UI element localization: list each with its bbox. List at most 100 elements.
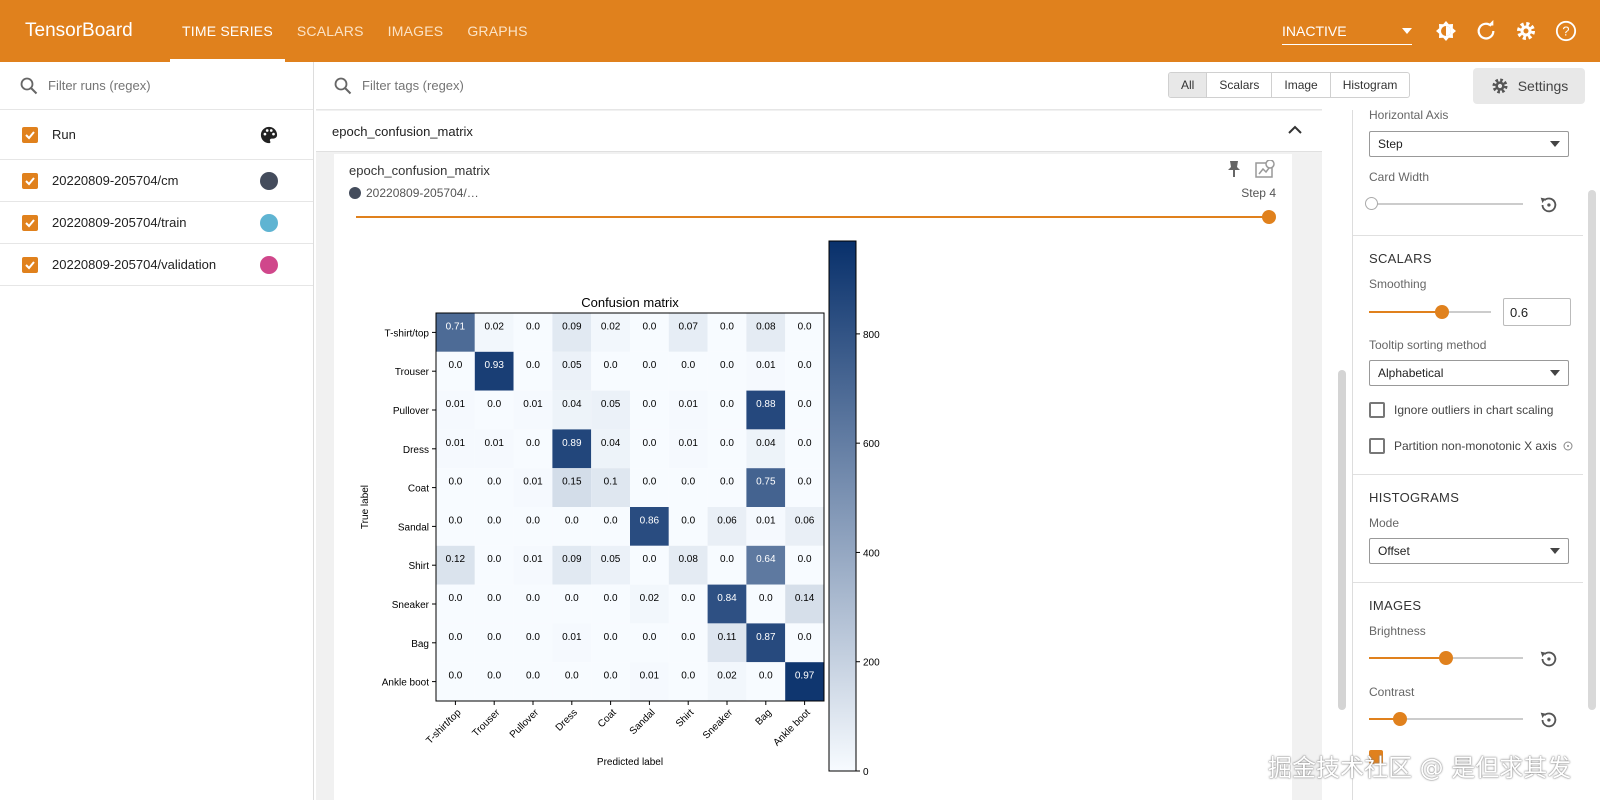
cell-label: 0.0 xyxy=(487,554,501,565)
scalars-section-title: SCALARS xyxy=(1369,251,1432,266)
heatmap-cell xyxy=(746,390,786,430)
type-image-button[interactable]: Image xyxy=(1271,73,1329,97)
settings-panel: Horizontal Axis Step Card Width SCALARS … xyxy=(1352,108,1583,800)
partition-x-label: Partition non-monotonic X axis xyxy=(1394,439,1557,453)
reset-icon[interactable] xyxy=(1537,194,1559,216)
reset-icon[interactable] xyxy=(1537,709,1559,731)
x-tick-label: Bag xyxy=(754,707,774,727)
runs-filter xyxy=(0,62,313,110)
cell-label: 0.0 xyxy=(720,399,734,410)
cell-label: 0.15 xyxy=(562,477,582,488)
x-tick-label: Ankle boot xyxy=(772,707,813,748)
cell-label: 0.0 xyxy=(759,593,773,604)
cell-label: 0.0 xyxy=(798,632,812,643)
partition-x-checkbox[interactable]: Partition non-monotonic X axis xyxy=(1369,438,1573,454)
card-width-thumb[interactable] xyxy=(1365,197,1378,210)
cell-label: 0.0 xyxy=(681,593,695,604)
smoothing-input[interactable]: 0.6 xyxy=(1503,298,1571,326)
palette-icon[interactable] xyxy=(260,126,278,144)
type-all-button[interactable]: All xyxy=(1169,73,1207,97)
cell-label: 0.71 xyxy=(446,321,466,332)
heatmap-cell xyxy=(668,390,708,430)
main-scrollbar[interactable] xyxy=(1338,370,1346,710)
run-item[interactable]: 20220809-205704/validation xyxy=(0,244,313,286)
tab-graphs[interactable]: GRAPHS xyxy=(455,0,539,62)
cell-label: 0.75 xyxy=(756,477,776,488)
contrast-slider[interactable] xyxy=(1369,712,1523,726)
settings-gear-button[interactable] xyxy=(1506,11,1546,51)
run-color-swatch[interactable] xyxy=(260,255,278,274)
brightness-slider[interactable] xyxy=(1369,651,1523,665)
colorbar-tick-label: 0 xyxy=(863,767,869,778)
reload-button[interactable] xyxy=(1466,11,1506,51)
cell-label: 0.0 xyxy=(604,632,618,643)
smoothing-thumb[interactable] xyxy=(1435,305,1449,319)
search-icon xyxy=(334,77,352,94)
checkbox-box[interactable] xyxy=(1369,402,1385,418)
fullscreen-icon[interactable] xyxy=(1254,160,1276,180)
status-dropdown[interactable]: INACTIVE xyxy=(1282,17,1412,45)
tooltip-sort-select[interactable]: Alphabetical xyxy=(1369,360,1569,386)
x-tick-label: Dress xyxy=(554,707,580,733)
help-button[interactable]: ? xyxy=(1546,11,1586,51)
tag-group-header[interactable]: epoch_confusion_matrix xyxy=(316,111,1322,152)
select-all-checkbox[interactable] xyxy=(22,126,38,143)
run-color-swatch[interactable] xyxy=(260,213,278,232)
tooltip-sort-value: Alphabetical xyxy=(1378,366,1444,380)
tooltip-sort-label: Tooltip sorting method xyxy=(1369,338,1487,352)
heatmap-cell xyxy=(552,584,592,624)
brightness-thumb[interactable] xyxy=(1439,651,1453,665)
horizontal-axis-select[interactable]: Step xyxy=(1369,131,1569,157)
run-item[interactable]: 20220809-205704/train xyxy=(0,202,313,244)
x-tick-label: Sneaker xyxy=(701,707,736,742)
cell-label: 0.93 xyxy=(484,360,504,371)
settings-button[interactable]: Settings xyxy=(1473,68,1585,104)
card-actions xyxy=(1226,160,1276,180)
cell-label: 0.01 xyxy=(678,399,698,410)
run-checkbox[interactable] xyxy=(22,172,38,189)
cell-label: 0.0 xyxy=(798,360,812,371)
chevron-up-icon[interactable] xyxy=(1288,125,1302,135)
runs-filter-input[interactable] xyxy=(48,78,288,93)
run-checkbox[interactable] xyxy=(22,214,38,231)
pin-icon[interactable] xyxy=(1226,160,1242,178)
ignore-outliers-checkbox[interactable]: Ignore outliers in chart scaling xyxy=(1369,402,1553,418)
tags-filter-input[interactable] xyxy=(362,78,962,93)
tab-scalars[interactable]: SCALARS xyxy=(285,0,376,62)
run-color-swatch[interactable] xyxy=(260,171,278,190)
cell-label: 0.0 xyxy=(448,671,462,682)
run-column-label: Run xyxy=(52,127,76,142)
cell-label: 0.0 xyxy=(759,671,773,682)
reset-icon[interactable] xyxy=(1537,648,1559,670)
tab-images[interactable]: IMAGES xyxy=(376,0,456,62)
cell-label: 0.89 xyxy=(562,438,582,449)
cell-label: 0.88 xyxy=(756,399,776,410)
cell-label: 0.84 xyxy=(717,593,737,604)
run-checkbox[interactable] xyxy=(22,256,38,273)
cell-label: 0.0 xyxy=(720,554,734,565)
cell-label: 0.0 xyxy=(720,321,734,332)
card-width-slider[interactable] xyxy=(1365,197,1523,210)
contrast-thumb[interactable] xyxy=(1393,712,1407,726)
cell-label: 0.0 xyxy=(604,515,618,526)
main-content: All Scalars Image Histogram epoch_confus… xyxy=(316,62,1411,800)
cell-label: 0.0 xyxy=(565,671,579,682)
step-slider-thumb[interactable] xyxy=(1262,210,1276,224)
type-histogram-button[interactable]: Histogram xyxy=(1329,73,1410,97)
tab-time-series[interactable]: TIME SERIES xyxy=(170,0,285,62)
run-color-dot xyxy=(349,187,361,199)
settings-scrollbar[interactable] xyxy=(1588,190,1596,710)
y-tick-label: Sandal xyxy=(398,522,429,533)
smoothing-slider[interactable] xyxy=(1369,305,1491,319)
cell-label: 0.0 xyxy=(487,593,501,604)
checkbox-box[interactable] xyxy=(1369,438,1385,454)
search-icon xyxy=(20,77,38,94)
type-scalars-button[interactable]: Scalars xyxy=(1206,73,1271,97)
cell-label: 0.64 xyxy=(756,554,776,565)
step-slider-track[interactable] xyxy=(356,216,1268,218)
theme-toggle-button[interactable] xyxy=(1426,11,1466,51)
histogram-mode-select[interactable]: Offset xyxy=(1369,538,1569,564)
heatmap-cell xyxy=(591,390,630,430)
run-item[interactable]: 20220809-205704/cm xyxy=(0,160,313,202)
cell-label: 0.04 xyxy=(756,438,776,449)
